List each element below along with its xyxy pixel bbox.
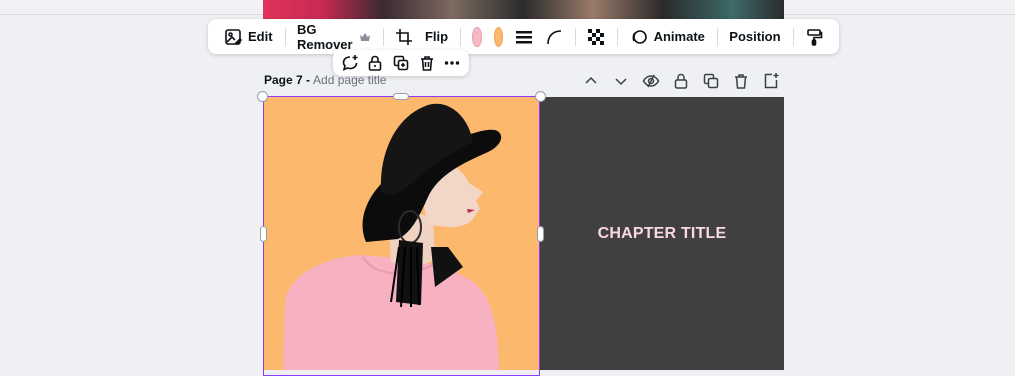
duplicate-icon[interactable] <box>392 54 410 72</box>
corner-rounding-icon <box>545 28 563 46</box>
transparency-icon <box>587 28 605 46</box>
animate-icon <box>630 28 648 46</box>
element-toolbar: Edit BG Remover Flip <box>208 19 839 54</box>
paint-roller-icon <box>805 28 823 46</box>
resize-handle-top-left[interactable] <box>257 91 268 102</box>
chevron-up-icon[interactable] <box>582 72 600 90</box>
chapter-title-text[interactable]: CHAPTER TITLE <box>540 225 784 243</box>
position-button[interactable]: Position <box>723 23 786 51</box>
flip-label: Flip <box>425 29 448 44</box>
hide-page-icon[interactable] <box>642 72 660 90</box>
previous-page-preview[interactable] <box>263 0 784 20</box>
add-page-icon[interactable] <box>762 72 780 90</box>
color-swatch-orange[interactable] <box>494 27 503 47</box>
chevron-down-icon[interactable] <box>612 72 630 90</box>
color-swatch-pink[interactable] <box>472 27 481 47</box>
border-weight-button[interactable] <box>509 23 539 51</box>
border-weight-icon <box>515 28 533 46</box>
page-header: Page 7 -Add page title <box>264 73 386 87</box>
flip-button[interactable]: Flip <box>419 23 454 51</box>
duplicate-page-icon[interactable] <box>702 72 720 90</box>
resize-handle-left[interactable] <box>260 226 267 242</box>
transparency-button[interactable] <box>581 23 611 51</box>
copy-style-button[interactable] <box>799 23 829 51</box>
corner-rounding-button[interactable] <box>539 23 569 51</box>
page-actions <box>582 71 780 91</box>
bg-remover-label: BG Remover <box>297 22 353 52</box>
crop-icon <box>395 28 413 46</box>
resize-handle-top[interactable] <box>393 93 409 100</box>
crop-button[interactable] <box>389 23 419 51</box>
page-title-input[interactable]: Add page title <box>313 73 386 87</box>
image-edit-icon <box>224 28 242 46</box>
lock-page-icon[interactable] <box>672 72 690 90</box>
animate-button[interactable]: Animate <box>624 23 711 51</box>
resize-handle-right[interactable] <box>537 226 544 242</box>
delete-page-icon[interactable] <box>732 72 750 90</box>
edit-label: Edit <box>248 29 273 44</box>
bg-remover-button[interactable]: BG Remover <box>291 23 377 51</box>
lock-icon[interactable] <box>366 54 384 72</box>
page-number: Page 7 - <box>264 73 310 87</box>
add-comment-icon[interactable] <box>341 54 359 72</box>
trash-icon[interactable] <box>418 54 436 72</box>
animate-label: Animate <box>654 29 705 44</box>
chapter-panel[interactable]: CHAPTER TITLE <box>540 97 784 370</box>
crown-icon <box>359 31 371 43</box>
position-label: Position <box>729 29 780 44</box>
woman-in-hat-illustration <box>263 97 540 370</box>
resize-handle-top-right[interactable] <box>535 91 546 102</box>
more-options-icon[interactable] <box>443 54 461 72</box>
edit-image-button[interactable]: Edit <box>218 23 279 51</box>
portrait-photo[interactable] <box>263 97 540 370</box>
